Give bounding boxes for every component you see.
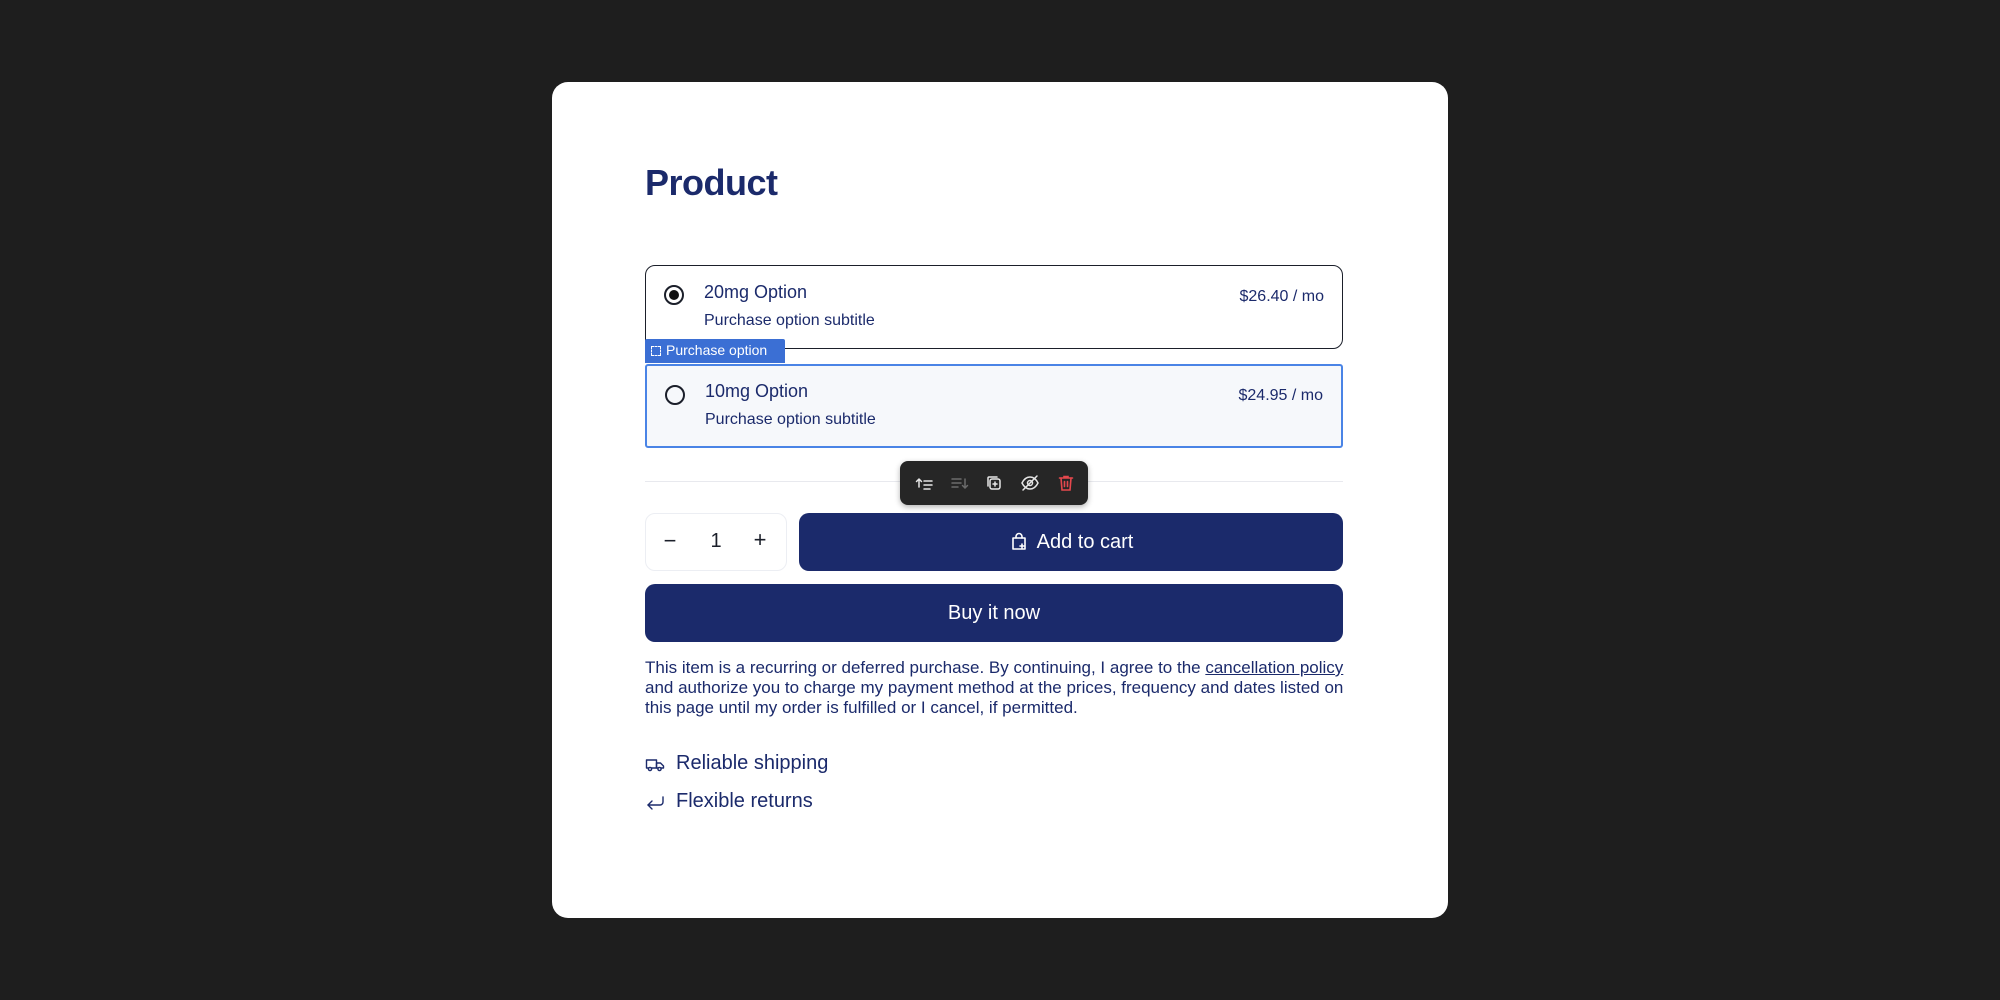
feature-label: Flexible returns — [676, 790, 813, 812]
add-to-cart-button[interactable]: Add to cart — [799, 513, 1343, 571]
decrease-quantity-button[interactable]: − — [658, 528, 682, 554]
add-to-cart-label: Add to cart — [1036, 530, 1134, 553]
selection-tag-label: Purchase option — [666, 342, 768, 358]
cancellation-policy-link[interactable]: cancellation policy — [1205, 658, 1343, 677]
purchase-option-10mg[interactable]: 10mg Option Purchase option subtitle $24… — [645, 364, 1343, 448]
return-arrow-icon — [647, 796, 664, 810]
option-price: $24.95 / mo — [1238, 387, 1324, 404]
option-subtitle: Purchase option subtitle — [705, 411, 876, 428]
quantity-value[interactable]: 1 — [702, 530, 730, 553]
delete-icon[interactable] — [1056, 473, 1076, 493]
option-subtitle: Purchase option subtitle — [704, 312, 875, 329]
radio-button-selected[interactable] — [664, 285, 684, 305]
selection-tag[interactable]: Purchase option — [645, 339, 785, 363]
legal-text-after: and authorize you to charge my payment m… — [645, 678, 1344, 717]
option-name: 20mg Option — [704, 282, 808, 302]
shopping-bag-icon — [1011, 532, 1026, 550]
truck-icon — [645, 759, 665, 772]
legal-text-before: This item is a recurring or deferred pur… — [645, 658, 1206, 677]
block-toolbar — [900, 461, 1088, 505]
product-card: Product 20mg Option Purchase option subt… — [552, 82, 1448, 918]
increase-quantity-button[interactable]: + — [748, 527, 772, 553]
option-name: 10mg Option — [705, 381, 809, 401]
page-title: Product — [645, 162, 778, 203]
move-down-icon[interactable] — [950, 473, 970, 493]
quantity-stepper: − 1 + — [645, 513, 787, 571]
buy-now-button[interactable]: Buy it now — [645, 584, 1343, 642]
duplicate-icon[interactable] — [984, 473, 1004, 493]
option-price: $26.40 / mo — [1239, 288, 1325, 305]
hide-icon[interactable] — [1020, 473, 1040, 493]
feature-label: Reliable shipping — [676, 752, 829, 774]
buy-now-label: Buy it now — [947, 601, 1041, 624]
radio-button[interactable] — [665, 385, 685, 405]
legal-text: This item is a recurring or deferred pur… — [645, 658, 1345, 718]
purchase-option-20mg[interactable]: 20mg Option Purchase option subtitle $26… — [645, 265, 1343, 349]
frame-icon — [651, 346, 661, 356]
move-up-icon[interactable] — [914, 473, 934, 493]
